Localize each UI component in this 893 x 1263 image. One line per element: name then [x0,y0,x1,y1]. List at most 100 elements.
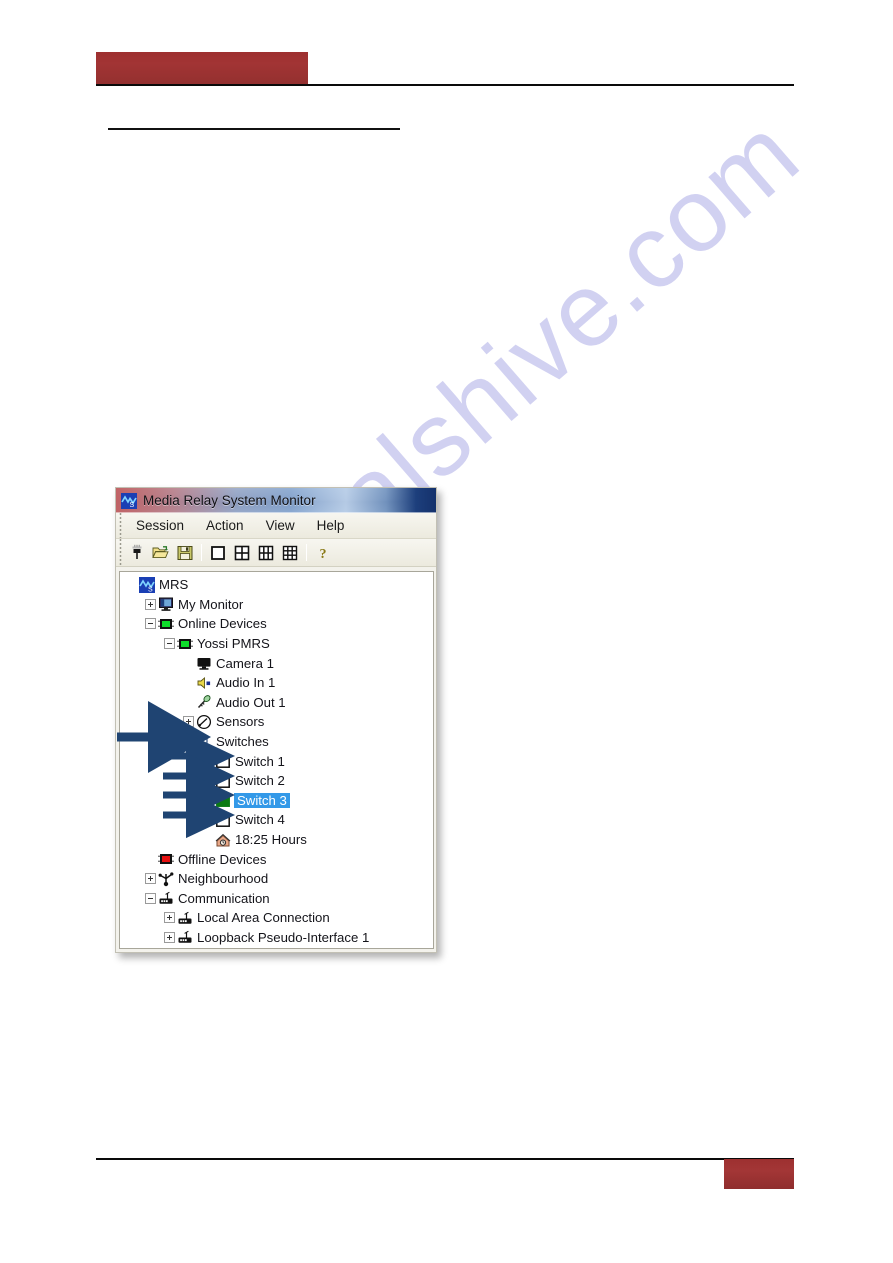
tree-node-label: Sensors [216,714,265,730]
checkbox-off-icon [215,753,231,769]
tree-node-label: MRS [159,577,189,593]
router-icon [177,929,193,945]
tree-node-label: Communication [178,890,270,906]
tree-node-label: 18:25 Hours [235,832,307,848]
tree-node-label: Switch 3 [234,792,290,808]
switch-lamp-icon [196,734,212,750]
expand-plus-icon[interactable] [164,912,175,924]
tree-node[interactable]: Sensors [124,712,433,732]
checkbox-off-icon [215,773,231,789]
collapse-minus-icon[interactable] [183,736,194,748]
menu-grip[interactable] [116,513,125,538]
expand-plus-icon[interactable] [145,598,156,610]
tree-node[interactable]: Switch 4 [124,810,433,830]
tree-node[interactable]: Camera 1 [124,653,433,673]
collapse-minus-icon[interactable] [145,892,156,904]
help-icon[interactable]: ? [312,542,334,564]
tree-toggle-spacer [202,795,213,806]
expand-plus-icon[interactable] [183,716,194,728]
tree-node[interactable]: Yossi PMRS [124,634,433,654]
green-device-icon [177,636,193,652]
application-window: S Media Relay System Monitor Session Act… [115,487,437,953]
tree-node[interactable]: Offline Devices [124,849,433,869]
tree-node-label: Switch 1 [235,753,285,769]
device-tree: S MRS My Monitor Online Devices Yossi PMRS Ca… [120,572,433,947]
save-icon[interactable] [174,542,196,564]
tree-node-label: Switches [216,734,269,750]
tree-node[interactable]: 18:25 Hours [124,830,433,850]
tree-node[interactable]: Audio In 1 [124,673,433,693]
tree-node-label: Loopback Pseudo-Interface 1 [197,929,370,945]
svg-text:S: S [130,502,135,509]
audio-in-icon [196,675,212,691]
svg-text:S: S [148,586,153,593]
menu-item-help[interactable]: Help [308,516,354,535]
toolbar-separator-2 [306,544,307,561]
tree-node[interactable]: Switch 1 [124,751,433,771]
tree-node[interactable]: S MRS [124,575,433,595]
layout-2x3-icon[interactable] [255,542,277,564]
tree-node-label: Neighbourhood [178,871,269,887]
expand-plus-icon[interactable] [145,873,156,885]
footer-badge [724,1159,794,1189]
layout-1x1-icon[interactable] [207,542,229,564]
menu-bar: Session Action View Help [116,513,436,539]
audio-out-icon [196,694,212,710]
clock-house-icon [215,832,231,848]
device-tree-panel[interactable]: S MRS My Monitor Online Devices Yossi PMRS Ca… [119,571,434,949]
router-icon [177,910,193,926]
tree-node[interactable]: Loopback Pseudo-Interface 1 [124,928,433,948]
network-node-icon [158,871,174,887]
window-titlebar[interactable]: S Media Relay System Monitor [116,488,436,513]
menu-item-action[interactable]: Action [197,516,253,535]
tool-bar: ? [116,539,436,567]
tree-toggle-spacer [183,677,194,688]
tree-toggle-spacer [183,658,194,669]
collapse-minus-icon[interactable] [164,638,175,650]
tree-node[interactable]: Neighbourhood [124,869,433,889]
tree-node-label: Camera 1 [216,655,274,671]
tree-toggle-spacer [183,697,194,708]
expand-plus-icon[interactable] [164,931,175,943]
tree-node[interactable]: Switch 2 [124,771,433,791]
tree-node[interactable]: Switch 3 [124,791,433,811]
tree-node-label: Audio Out 1 [216,694,286,710]
layout-3x3-icon[interactable] [279,542,301,564]
tree-node[interactable]: Local Area Connection [124,908,433,928]
svg-text:?: ? [320,547,327,562]
tree-node[interactable]: Audio Out 1 [124,693,433,713]
router-icon [158,890,174,906]
menu-item-view[interactable]: View [257,516,304,535]
checkbox-off-icon [215,812,231,828]
tree-node[interactable]: Online Devices [124,614,433,634]
tree-toggle-spacer [202,814,213,825]
toolbar-grip[interactable] [116,539,125,566]
tree-node[interactable]: My Monitor [124,595,433,615]
tree-node-label: My Monitor [178,596,244,612]
menu-item-session[interactable]: Session [127,516,193,535]
tree-toggle-spacer [145,854,156,865]
open-folder-icon[interactable] [150,542,172,564]
collapse-minus-icon[interactable] [145,618,156,630]
layout-2x2-icon[interactable] [231,542,253,564]
connect-icon[interactable] [126,542,148,564]
tree-node[interactable]: Switches [124,732,433,752]
monitor-icon [158,596,174,612]
tree-node[interactable]: Communication [124,889,433,909]
